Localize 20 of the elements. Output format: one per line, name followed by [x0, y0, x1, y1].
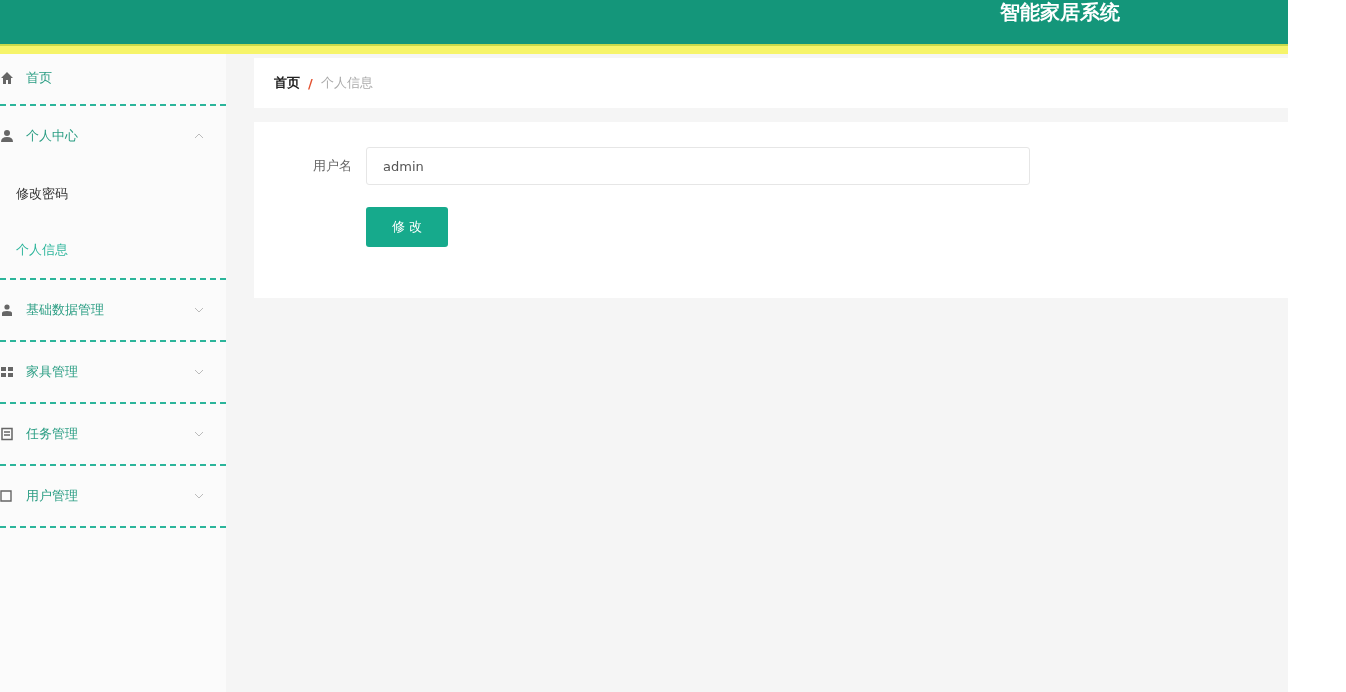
menu-item[interactable]: 个人中心: [0, 106, 226, 166]
breadcrumb-link[interactable]: 首页: [274, 74, 300, 92]
menu-item[interactable]: 用户管理: [0, 466, 226, 526]
menu-item[interactable]: 任务管理: [0, 404, 226, 464]
frame-icon: [0, 489, 14, 503]
submit-button[interactable]: 修 改: [366, 207, 448, 247]
menu-item[interactable]: 家具管理: [0, 342, 226, 402]
field-label: 用户名: [312, 157, 353, 175]
menu-item[interactable]: 首页: [0, 56, 226, 100]
document-icon: [0, 427, 14, 441]
user-icon: [0, 129, 14, 143]
user-icon: [0, 303, 14, 317]
breadcrumb-separator: /: [308, 75, 313, 91]
username-field[interactable]: admin: [366, 147, 1030, 185]
home-icon: [0, 71, 14, 85]
grid-icon: [0, 365, 14, 379]
submenu-item[interactable]: 修改密码: [0, 166, 226, 222]
submenu-item[interactable]: 个人信息: [0, 222, 226, 278]
app-title: 智能家居系统: [1000, 0, 1120, 24]
menu-item[interactable]: 基础数据管理: [0, 280, 226, 340]
